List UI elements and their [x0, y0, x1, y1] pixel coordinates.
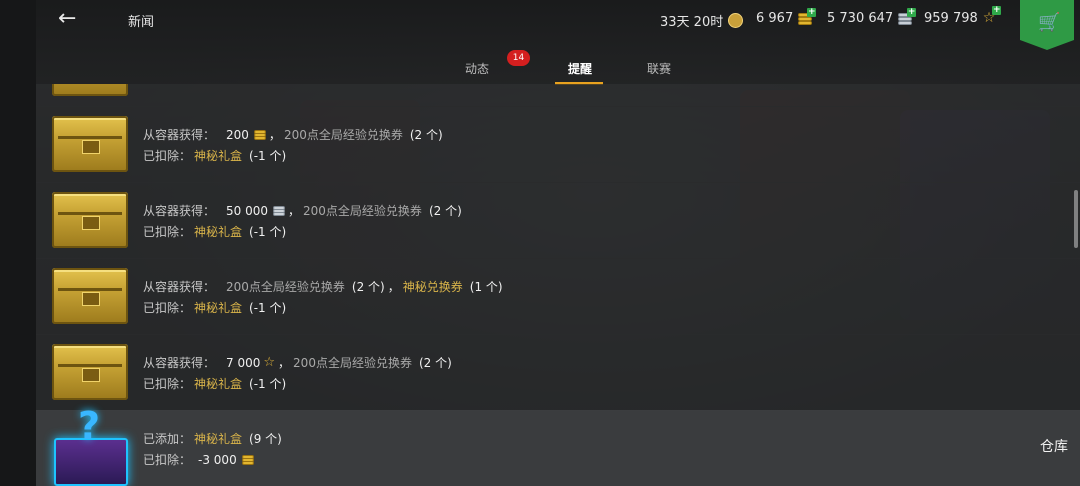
gold-icon: [241, 454, 254, 465]
tab-reminders[interactable]: 提醒: [568, 60, 592, 77]
silver-balance-text: 5 730 647: [827, 11, 894, 26]
obtained-line: 从容器获得： 50 000 ， 200点全局经验兑换券 (2 个): [143, 202, 462, 219]
reward-item: 200点全局经验兑换券: [283, 128, 403, 142]
separator: ，: [288, 204, 301, 218]
tab-news[interactable]: 动态: [465, 60, 489, 77]
deducted-item: 神秘礼盒: [194, 301, 243, 315]
obtained-line: 从容器获得： 7 000 ☆ ， 200点全局经验兑换券 (2 个): [143, 354, 452, 371]
gold-icon: [253, 129, 266, 140]
deducted-label: 已扣除：: [143, 149, 192, 163]
deducted-label: 已扣除：: [143, 377, 192, 391]
premium-time-text: 33天 20时: [660, 15, 724, 30]
container-chest-icon: [52, 344, 128, 400]
reward-qty: (2 个): [418, 356, 452, 370]
back-arrow-icon[interactable]: ←: [58, 8, 84, 30]
obtained-line: 从容器获得： 200点全局经验兑换券 (2 个) ， 神秘兑换券 (1 个): [143, 278, 503, 295]
container-chest-icon: [52, 192, 128, 248]
deducted-qty: (-1 个): [249, 301, 287, 315]
premium-icon: [728, 13, 744, 28]
deducted-item: 神秘礼盒: [194, 377, 243, 391]
obtained-line: 从容器获得： 200 ， 200点全局经验兑换券 (2 个): [143, 126, 443, 143]
list-item: 从容器获得： 50 000 ， 200点全局经验兑换券 (2 个) 已扣除： 神…: [36, 182, 1080, 259]
reward-value: 50 000: [226, 203, 269, 218]
free-xp-balance[interactable]: 959 798 ☆ +: [924, 5, 1002, 26]
reward-item: 200点全局经验兑换券: [293, 356, 412, 370]
reminder-list[interactable]: 从容器获得： 200 ， 200点全局经验兑换券 (2 个) 已扣除： 神秘礼盒…: [36, 84, 1080, 486]
silver-icon: [273, 205, 286, 216]
deducted-qty: (-1 个): [249, 377, 287, 391]
deducted-qty: (-1 个): [249, 225, 287, 239]
reward-item: 200点全局经验兑换券: [226, 280, 345, 294]
separator: ，: [387, 280, 400, 294]
separator: ，: [268, 128, 281, 142]
obtained-label: 从容器获得：: [143, 128, 216, 142]
list-item: 从容器获得： 7 000 ☆ ， 200点全局经验兑换券 (2 个) 已扣除： …: [36, 334, 1080, 411]
obtained-label: 从容器获得：: [143, 356, 216, 370]
silver-icon: +: [898, 7, 917, 25]
deducted-line: 已扣除： 神秘礼盒 (-1 个): [143, 299, 286, 316]
warehouse-button[interactable]: 仓库: [1040, 436, 1068, 456]
star-icon: ☆ +: [982, 5, 1002, 26]
gold-icon: +: [798, 7, 817, 25]
notification-badge: 14: [507, 50, 530, 66]
list-item: ? 已添加： 神秘礼盒 (9 个) 已扣除： -3 000: [36, 404, 1080, 486]
deducted-label: 已扣除：: [143, 301, 192, 315]
reward-qty: (1 个): [469, 280, 503, 294]
container-chest-icon: [52, 116, 128, 172]
deducted-qty: (-1 个): [249, 149, 287, 163]
deducted-line: 已扣除： 神秘礼盒 (-1 个): [143, 147, 286, 164]
reward-item: 神秘兑换券: [402, 280, 463, 294]
deducted-line: 已扣除： -3 000: [143, 451, 254, 468]
added-qty: (9 个): [249, 432, 282, 446]
deducted-label: 已扣除：: [143, 225, 192, 239]
reward-value: 200: [226, 127, 249, 142]
obtained-label: 从容器获得：: [143, 204, 216, 218]
reward-qty: (2 个): [351, 280, 385, 294]
gold-balance-text: 6 967: [756, 11, 794, 26]
list-item: 从容器获得： 200 ， 200点全局经验兑换券 (2 个) 已扣除： 神秘礼盒…: [36, 106, 1080, 183]
container-chest-icon: [52, 84, 128, 96]
mystery-box-icon: ?: [48, 404, 130, 486]
obtained-label: 从容器获得：: [143, 280, 216, 294]
premium-time: 33天 20时: [660, 11, 744, 30]
list-item: [36, 84, 1080, 107]
reward-item: 200点全局经验兑换券: [303, 204, 422, 218]
reward-qty: (2 个): [428, 204, 462, 218]
added-line: 已添加： 神秘礼盒 (9 个): [143, 430, 282, 447]
deducted-value: -3 000: [198, 452, 237, 467]
deducted-line: 已扣除： 神秘礼盒 (-1 个): [143, 375, 286, 392]
reward-qty: (2 个): [409, 128, 443, 142]
separator: ，: [278, 356, 291, 370]
added-label: 已添加：: [143, 432, 192, 446]
deducted-line: 已扣除： 神秘礼盒 (-1 个): [143, 223, 286, 240]
star-icon: ☆: [263, 355, 276, 370]
deducted-item: 神秘礼盒: [194, 225, 243, 239]
container-chest-icon: [52, 268, 128, 324]
free-xp-text: 959 798: [924, 11, 978, 26]
added-item: 神秘礼盒: [194, 432, 243, 446]
gold-balance[interactable]: 6 967 +: [756, 7, 817, 26]
page-title: 新闻: [128, 15, 155, 30]
scrollbar[interactable]: [1074, 190, 1078, 248]
deducted-item: 神秘礼盒: [194, 149, 243, 163]
reward-value: 7 000: [226, 355, 261, 370]
tab-bar: 动态 提醒 联赛: [0, 60, 1080, 85]
tab-league[interactable]: 联赛: [647, 60, 671, 77]
list-item: 从容器获得： 200点全局经验兑换券 (2 个) ， 神秘兑换券 (1 个) 已…: [36, 258, 1080, 335]
shopping-cart-icon[interactable]: 🛒: [1038, 12, 1060, 33]
deducted-label: 已扣除：: [143, 453, 192, 467]
silver-balance[interactable]: 5 730 647 +: [827, 7, 917, 26]
